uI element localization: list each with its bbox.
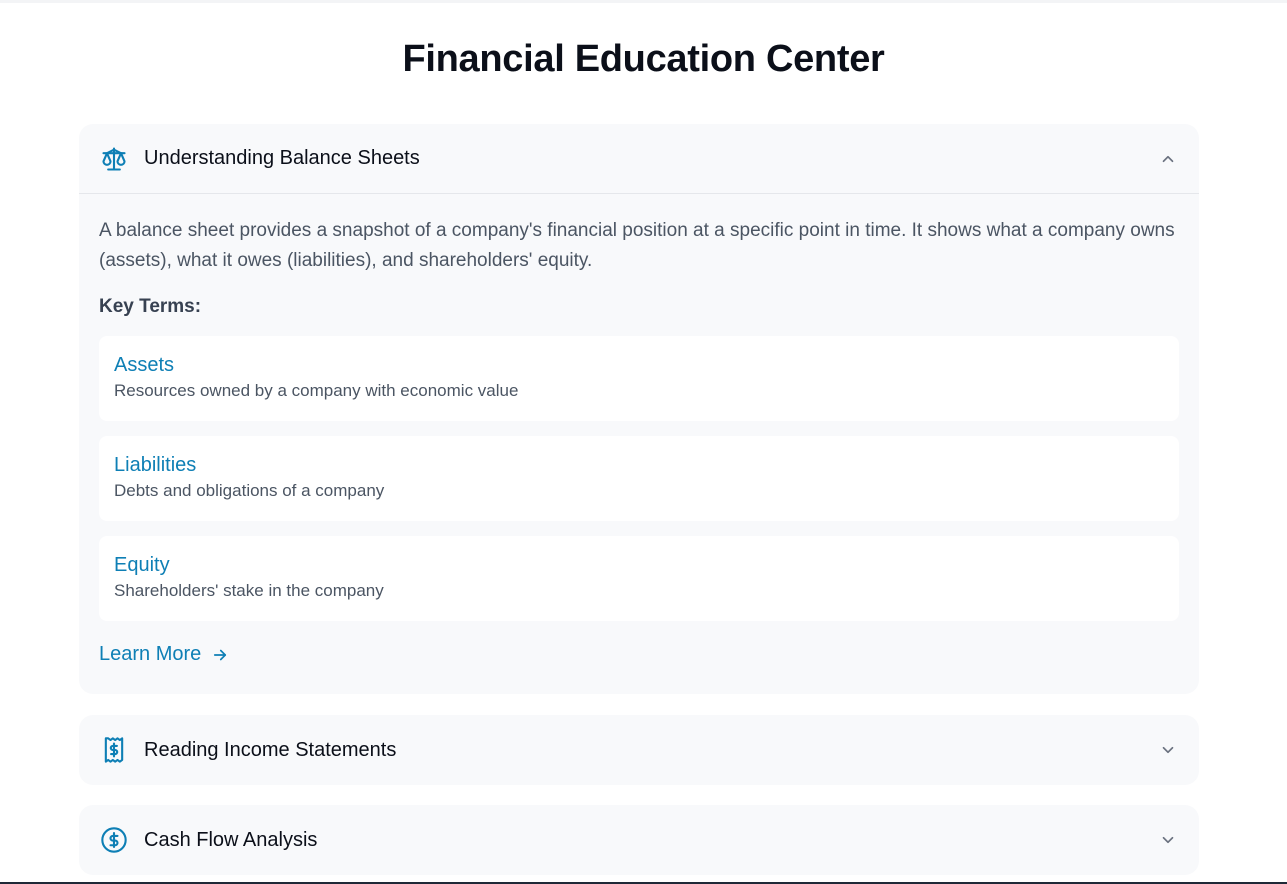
chevron-up-icon[interactable] xyxy=(1158,149,1178,169)
accordion-header-cash-flow[interactable]: Cash Flow Analysis xyxy=(79,805,1199,875)
accordion-balance-sheets: Understanding Balance Sheets A balance s… xyxy=(79,124,1199,694)
learn-more-label: Learn More xyxy=(99,643,202,665)
accordion-cash-flow: Cash Flow Analysis xyxy=(79,805,1199,875)
term-card-liabilities: Liabilities Debts and obligations of a c… xyxy=(99,436,1179,521)
accordion-header-income-statements[interactable]: Reading Income Statements xyxy=(79,715,1199,785)
accordion-income-statements: Reading Income Statements xyxy=(79,715,1199,785)
key-terms-heading: Key Terms: xyxy=(99,296,202,317)
accordion-header-balance-sheets[interactable]: Understanding Balance Sheets xyxy=(79,124,1199,194)
term-description: Debts and obligations of a company xyxy=(114,481,385,500)
top-border xyxy=(0,0,1287,3)
accordion-title: Reading Income Statements xyxy=(144,738,397,761)
learn-more-link[interactable]: Learn More xyxy=(99,643,229,666)
page-title: Financial Education Center xyxy=(402,38,885,80)
term-card-assets: Assets Resources owned by a company with… xyxy=(99,336,1179,421)
term-description: Shareholders' stake in the company xyxy=(114,581,384,600)
term-description: Resources owned by a company with econom… xyxy=(114,381,519,400)
term-card-equity: Equity Shareholders' stake in the compan… xyxy=(99,536,1179,621)
accordion-title: Understanding Balance Sheets xyxy=(144,147,420,169)
accordion-body: A balance sheet provides a snapshot of a… xyxy=(79,194,1199,666)
term-name: Equity xyxy=(114,554,170,576)
chevron-down-icon[interactable] xyxy=(1158,830,1178,850)
term-name: Assets xyxy=(114,354,175,376)
chevron-down-icon[interactable] xyxy=(1158,740,1178,760)
accordion-title: Cash Flow Analysis xyxy=(144,828,318,851)
intro-text: A balance sheet provides a snapshot of a… xyxy=(99,220,1175,271)
arrow-right-icon xyxy=(211,646,229,664)
receipt-icon xyxy=(100,736,128,764)
dollar-circle-icon xyxy=(100,826,128,854)
term-name: Liabilities xyxy=(114,454,197,476)
scale-icon xyxy=(100,145,128,173)
